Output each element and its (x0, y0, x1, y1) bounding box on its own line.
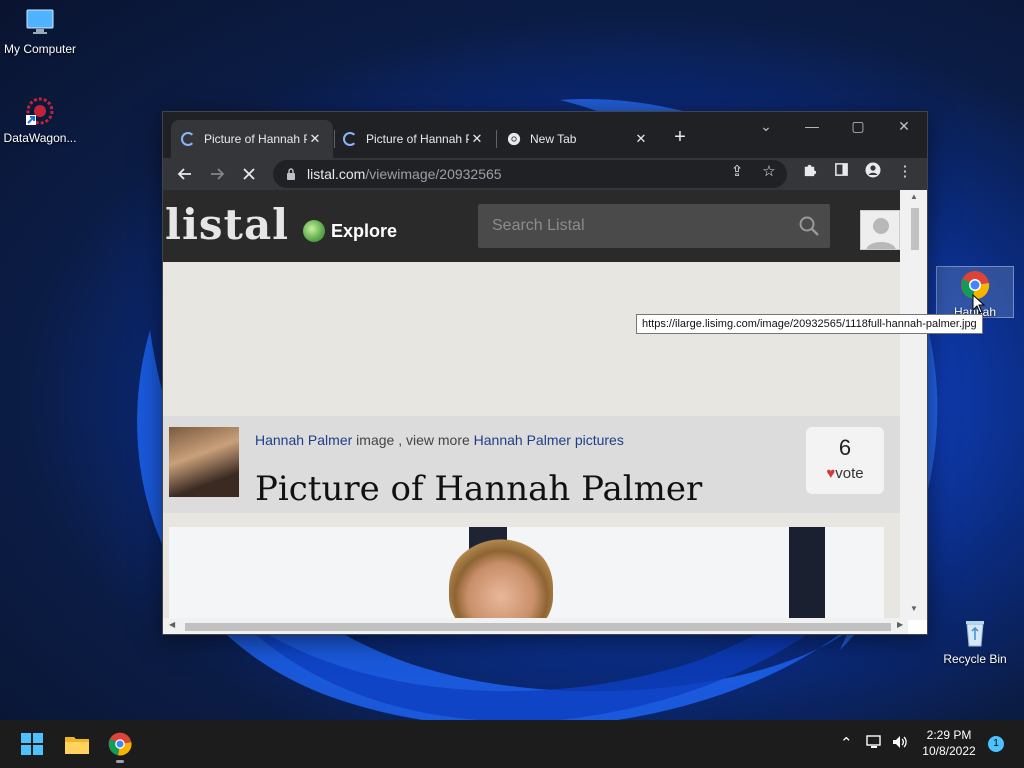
loading-spinner-icon (343, 132, 357, 146)
minimize-button[interactable]: — (797, 118, 827, 134)
tab-new-tab[interactable]: New Tab ✕ (497, 120, 659, 158)
tab-strip: Picture of Hannah Palmer ✕ Picture of Ha… (163, 112, 927, 158)
close-icon (243, 168, 255, 180)
tab-title: New Tab (530, 132, 577, 146)
profile-avatar-icon[interactable] (863, 162, 883, 182)
tab-search-chevron-icon[interactable]: ⌄ (751, 118, 781, 135)
close-icon[interactable]: ✕ (633, 131, 649, 147)
bookmark-star-icon[interactable]: ☆ (759, 162, 779, 180)
ad-placeholder (163, 262, 900, 416)
globe-icon (303, 220, 325, 242)
recycle-bin-icon (966, 621, 984, 647)
chrome-taskbar-button[interactable] (106, 730, 134, 758)
file-explorer-button[interactable] (63, 730, 91, 758)
tab-picture-of-hannah-2[interactable]: Picture of Hannah Palmer ✕ (333, 120, 495, 158)
start-button[interactable] (18, 730, 46, 758)
horizontal-scrollbar[interactable]: ◀ ▶ (163, 618, 908, 634)
maximize-button[interactable]: ▢ (843, 118, 873, 135)
user-avatar[interactable] (860, 210, 900, 250)
tab-picture-of-hannah-1[interactable]: Picture of Hannah Palmer ✕ (171, 120, 333, 158)
page-viewport: listal Explore Search Listal Hannah Palm… (163, 190, 900, 618)
desktop-icon-recycle-bin[interactable]: Recycle Bin (935, 616, 1015, 666)
main-picture[interactable] (169, 527, 884, 618)
address-bar[interactable]: listal.com/viewimage/20932565 (273, 160, 787, 188)
clock-time: 2:29 PM (926, 728, 972, 742)
side-panel-icon[interactable] (831, 162, 851, 181)
person-thumbnail[interactable] (169, 427, 239, 497)
browser-toolbar: listal.com/viewimage/20932565 ⇪ ☆ ⋮ (163, 158, 927, 190)
windows-logo-icon (21, 733, 43, 755)
lock-icon (287, 168, 295, 180)
user-silhouette-icon (866, 218, 896, 249)
photo-background-shape (789, 527, 825, 618)
arrow-right-icon (211, 168, 225, 180)
new-tab-button[interactable]: + (669, 127, 691, 147)
vertical-scroll-thumb[interactable] (911, 208, 919, 250)
monitor-icon (26, 9, 54, 34)
loading-spinner-icon (181, 132, 195, 146)
site-header: listal Explore Search Listal (163, 190, 900, 262)
vote-button[interactable]: ♥vote (806, 465, 884, 482)
volume-icon[interactable] (891, 734, 909, 754)
chrome-icon (507, 132, 521, 146)
picture-breadcrumb: Hannah Palmer image , view more Hannah P… (255, 432, 624, 448)
stop-loading-button[interactable] (237, 162, 261, 186)
forward-button[interactable] (205, 162, 229, 186)
close-icon[interactable]: ✕ (469, 131, 485, 147)
system-clock[interactable]: 2:29 PM 10/8/2022 (914, 727, 984, 759)
arrow-left-icon (177, 168, 191, 180)
breadcrumb-text: image , view more (352, 432, 474, 448)
desktop-icon-label: Recycle Bin (943, 652, 1007, 666)
vote-box[interactable]: 6 ♥vote (806, 427, 884, 494)
network-icon[interactable] (866, 734, 884, 754)
horizontal-scroll-thumb[interactable] (185, 623, 891, 631)
vote-label: vote (835, 465, 864, 482)
desktop-icon-label: DataWagon... (3, 131, 77, 145)
active-app-indicator (116, 760, 124, 763)
tab-title: Picture of Hannah Palmer (366, 132, 469, 146)
chevron-up-icon[interactable]: ⌃ (840, 734, 853, 752)
vertical-scrollbar[interactable]: ▲ ▼ (900, 190, 927, 620)
vote-count: 6 (838, 435, 852, 460)
more-menu-icon[interactable]: ⋮ (895, 162, 915, 180)
datawagon-logo-icon (26, 97, 54, 125)
desktop-icon-label: My Computer (3, 42, 77, 56)
listal-logo[interactable]: listal (165, 200, 289, 249)
share-icon[interactable]: ⇪ (727, 162, 747, 180)
picture-info-band: Hannah Palmer image , view more Hannah P… (163, 416, 900, 513)
folder-icon (65, 737, 89, 754)
scroll-down-arrow-icon[interactable]: ▼ (910, 604, 918, 613)
notification-badge[interactable]: 1 (988, 736, 1004, 752)
search-placeholder: Search Listal (492, 217, 585, 234)
tab-title: Picture of Hannah Palmer (204, 132, 307, 146)
clock-date: 10/8/2022 (922, 744, 976, 758)
explore-link[interactable]: Explore (303, 220, 397, 242)
url-host: listal.com (307, 166, 366, 182)
url-path: /viewimage/20932565 (365, 166, 502, 182)
taskbar: ⌃ 2:29 PM 10/8/2022 1 (0, 720, 1024, 768)
photo-subject (449, 537, 553, 618)
site-search-input[interactable]: Search Listal (478, 204, 830, 248)
scroll-left-arrow-icon[interactable]: ◀ (169, 620, 175, 629)
close-icon[interactable]: ✕ (307, 131, 323, 147)
close-window-button[interactable]: ✕ (889, 118, 919, 135)
desktop-icon-datawagon[interactable]: DataWagon... (0, 95, 80, 145)
heart-icon: ♥ (826, 465, 836, 482)
pictures-link[interactable]: Hannah Palmer pictures (474, 432, 624, 448)
desktop-icon-my-computer[interactable]: My Computer (0, 6, 80, 56)
back-button[interactable] (173, 162, 197, 186)
page-title: Picture of Hannah Palmer (255, 469, 703, 509)
chrome-window: Picture of Hannah Palmer ✕ Picture of Ha… (162, 111, 928, 635)
extensions-puzzle-icon[interactable] (799, 162, 819, 181)
scroll-right-arrow-icon[interactable]: ▶ (897, 620, 903, 629)
chrome-icon (108, 732, 132, 756)
explore-label: Explore (331, 220, 398, 241)
link-url-tooltip: https://ilarge.lisimg.com/image/20932565… (636, 314, 983, 334)
search-icon[interactable] (798, 215, 820, 237)
scroll-up-arrow-icon[interactable]: ▲ (910, 192, 918, 201)
mouse-cursor-icon (972, 294, 986, 314)
person-link[interactable]: Hannah Palmer (255, 432, 352, 448)
